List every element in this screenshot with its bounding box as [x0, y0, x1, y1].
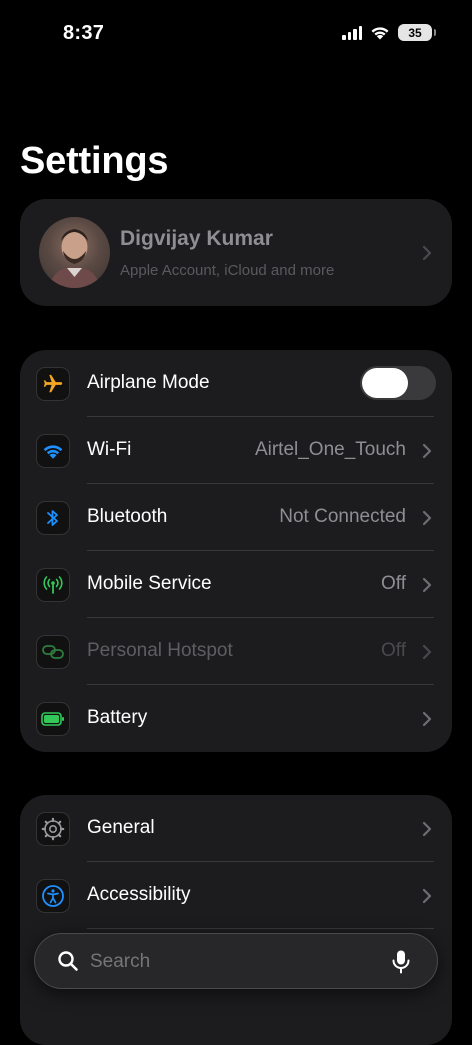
- mobile-service-value: Off: [381, 573, 406, 594]
- chevron-right-icon: [422, 245, 432, 261]
- bluetooth-label: Bluetooth: [87, 506, 168, 527]
- battery-row[interactable]: Battery: [20, 685, 452, 752]
- status-time: 8:37: [63, 22, 105, 44]
- profile-subtitle: Apple Account, iCloud and more: [120, 262, 335, 279]
- wifi-row[interactable]: Wi-Fi Airtel_One_Touch: [20, 417, 452, 484]
- battery-status-icon: 35: [398, 24, 436, 41]
- toggle-knob: [362, 368, 408, 398]
- chevron-right-icon: [422, 888, 432, 904]
- wifi-status-icon: [371, 27, 389, 40]
- airplane-mode-toggle[interactable]: [360, 366, 436, 400]
- general-section: General Accessibility: [20, 795, 452, 1045]
- airplane-icon: [36, 367, 70, 401]
- antenna-icon: [36, 568, 70, 602]
- mobile-service-row[interactable]: Mobile Service Off: [20, 551, 452, 618]
- search-icon: [57, 950, 79, 977]
- avatar: [39, 217, 110, 288]
- hotspot-icon: [36, 635, 70, 669]
- wifi-label: Wi-Fi: [87, 439, 132, 460]
- chevron-right-icon: [422, 711, 432, 727]
- chevron-right-icon: [422, 443, 432, 459]
- accessibility-row[interactable]: Accessibility: [20, 862, 452, 929]
- page-title: Settings: [20, 140, 169, 182]
- divider: [87, 928, 434, 929]
- accessibility-label: Accessibility: [87, 884, 191, 905]
- general-row[interactable]: General: [20, 795, 452, 862]
- chevron-right-icon: [422, 510, 432, 526]
- bluetooth-icon: [36, 501, 70, 535]
- wifi-value: Airtel_One_Touch: [254, 439, 406, 460]
- profile-card[interactable]: Digvijay Kumar Apple Account, iCloud and…: [20, 199, 452, 306]
- mobile-service-label: Mobile Service: [87, 573, 212, 594]
- bluetooth-value: Not Connected: [279, 506, 406, 527]
- connectivity-section: Airplane Mode Wi-Fi Airtel_One_Touch Blu…: [20, 350, 452, 752]
- general-label: General: [87, 817, 155, 838]
- search-input[interactable]: [90, 951, 370, 973]
- battery-icon: [36, 702, 70, 736]
- accessibility-icon: [36, 879, 70, 913]
- battery-label: Battery: [87, 707, 148, 728]
- microphone-icon[interactable]: [391, 949, 411, 980]
- bluetooth-row[interactable]: Bluetooth Not Connected: [20, 484, 452, 551]
- gear-icon: [36, 812, 70, 846]
- airplane-mode-row[interactable]: Airplane Mode: [20, 350, 452, 417]
- cellular-signal-icon: [342, 25, 362, 40]
- personal-hotspot-row[interactable]: Personal Hotspot Off: [20, 618, 452, 685]
- chevron-right-icon: [422, 821, 432, 837]
- status-indicators: 35: [342, 24, 436, 41]
- profile-name: Digvijay Kumar: [120, 227, 273, 250]
- personal-hotspot-label: Personal Hotspot: [87, 640, 233, 661]
- chevron-right-icon: [422, 644, 432, 660]
- status-bar: 8:37 35: [0, 0, 472, 70]
- wifi-icon: [36, 434, 70, 468]
- airplane-mode-label: Airplane Mode: [87, 372, 210, 393]
- personal-hotspot-value: Off: [381, 640, 406, 661]
- chevron-right-icon: [422, 577, 432, 593]
- search-bar[interactable]: [34, 933, 438, 989]
